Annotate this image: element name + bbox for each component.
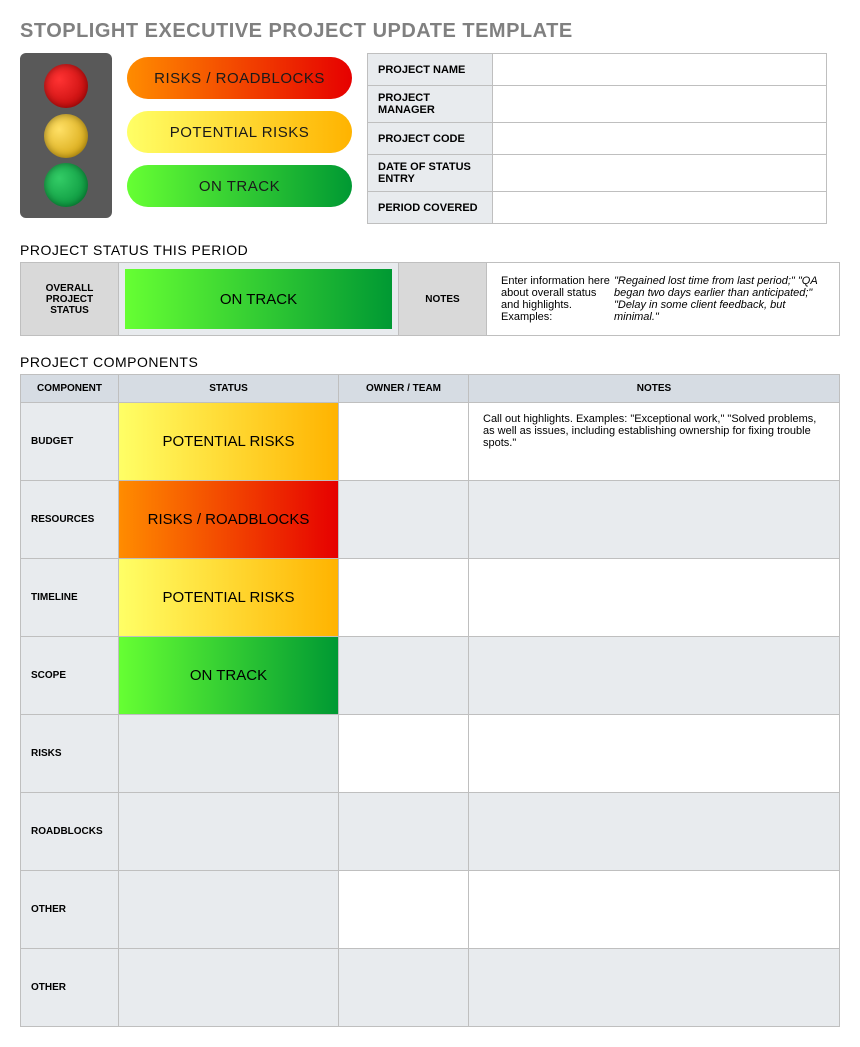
header-row: RISKS / ROADBLOCKS POTENTIAL RISKS ON TR… (20, 53, 840, 224)
component-owner-cell[interactable] (339, 793, 469, 871)
overall-status-cell[interactable]: ON TRACK (119, 263, 399, 335)
legend-green: ON TRACK (127, 165, 352, 207)
component-owner-cell[interactable] (339, 403, 469, 481)
notes-examples: "Regained lost time from last period;" "… (614, 275, 825, 323)
component-status-cell[interactable] (119, 715, 339, 793)
meta-label: PROJECT NAME (368, 54, 493, 86)
component-owner-cell[interactable] (339, 637, 469, 715)
table-row: OTHER (21, 871, 840, 949)
components-table: COMPONENT STATUS OWNER / TEAM NOTES BUDG… (20, 374, 840, 1027)
meta-row: PROJECT NAME (368, 54, 827, 86)
meta-value[interactable] (493, 54, 827, 86)
table-row: RESOURCESRISKS / ROADBLOCKS (21, 481, 840, 559)
meta-value[interactable] (493, 155, 827, 192)
status-section-title: PROJECT STATUS THIS PERIOD (20, 242, 840, 258)
overall-status-value: ON TRACK (125, 269, 392, 329)
col-status: STATUS (119, 375, 339, 403)
component-owner-cell[interactable] (339, 559, 469, 637)
meta-value[interactable] (493, 192, 827, 224)
component-label: RESOURCES (21, 481, 119, 559)
component-status-cell[interactable] (119, 793, 339, 871)
component-notes-cell[interactable] (469, 559, 840, 637)
component-status-value: POTENTIAL RISKS (119, 403, 338, 480)
meta-row: DATE OF STATUS ENTRY (368, 155, 827, 192)
component-notes-cell[interactable]: Call out highlights. Examples: "Exceptio… (469, 403, 840, 481)
status-row: OVERALL PROJECT STATUS ON TRACK NOTES En… (20, 262, 840, 336)
meta-value[interactable] (493, 86, 827, 123)
component-status-value: POTENTIAL RISKS (119, 559, 338, 636)
component-owner-cell[interactable] (339, 715, 469, 793)
col-notes: NOTES (469, 375, 840, 403)
component-status-cell[interactable]: RISKS / ROADBLOCKS (119, 481, 339, 559)
page-title: STOPLIGHT EXECUTIVE PROJECT UPDATE TEMPL… (20, 20, 840, 43)
meta-label: PERIOD COVERED (368, 192, 493, 224)
table-row: RISKS (21, 715, 840, 793)
legend-yellow: POTENTIAL RISKS (127, 111, 352, 153)
component-status-value: ON TRACK (119, 637, 338, 714)
table-row: BUDGETPOTENTIAL RISKS Call out highlights… (21, 403, 840, 481)
project-meta-table: PROJECT NAMEPROJECT MANAGERPROJECT CODED… (367, 53, 827, 224)
table-row: SCOPEON TRACK (21, 637, 840, 715)
legend-column: RISKS / ROADBLOCKS POTENTIAL RISKS ON TR… (127, 53, 352, 207)
yellow-light-icon (44, 114, 88, 158)
component-label: OTHER (21, 871, 119, 949)
notes-intro: Enter information here about overall sta… (501, 275, 614, 323)
col-owner: OWNER / TEAM (339, 375, 469, 403)
meta-value[interactable] (493, 123, 827, 155)
overall-status-label: OVERALL PROJECT STATUS (21, 263, 119, 335)
legend-red: RISKS / ROADBLOCKS (127, 57, 352, 99)
meta-row: PERIOD COVERED (368, 192, 827, 224)
notes-label: NOTES (399, 263, 487, 335)
meta-row: PROJECT MANAGER (368, 86, 827, 123)
table-row: ROADBLOCKS (21, 793, 840, 871)
component-owner-cell[interactable] (339, 871, 469, 949)
component-notes-cell[interactable] (469, 871, 840, 949)
component-label: RISKS (21, 715, 119, 793)
component-notes-cell[interactable] (469, 715, 840, 793)
meta-label: PROJECT MANAGER (368, 86, 493, 123)
meta-label: PROJECT CODE (368, 123, 493, 155)
col-component: COMPONENT (21, 375, 119, 403)
component-owner-cell[interactable] (339, 481, 469, 559)
component-label: TIMELINE (21, 559, 119, 637)
component-status-cell[interactable] (119, 871, 339, 949)
green-light-icon (44, 163, 88, 207)
stoplight-icon (20, 53, 112, 218)
meta-label: DATE OF STATUS ENTRY (368, 155, 493, 192)
components-section-title: PROJECT COMPONENTS (20, 354, 840, 370)
red-light-icon (44, 64, 88, 108)
component-status-cell[interactable]: POTENTIAL RISKS (119, 559, 339, 637)
component-notes-cell[interactable] (469, 481, 840, 559)
component-status-value: RISKS / ROADBLOCKS (119, 481, 338, 558)
table-row: TIMELINEPOTENTIAL RISKS (21, 559, 840, 637)
component-notes-cell[interactable] (469, 637, 840, 715)
component-status-cell[interactable]: POTENTIAL RISKS (119, 403, 339, 481)
meta-row: PROJECT CODE (368, 123, 827, 155)
component-label: ROADBLOCKS (21, 793, 119, 871)
component-label: BUDGET (21, 403, 119, 481)
component-notes-cell[interactable] (469, 793, 840, 871)
overall-notes-cell[interactable]: Enter information here about overall sta… (487, 263, 839, 335)
component-label: SCOPE (21, 637, 119, 715)
component-status-cell[interactable]: ON TRACK (119, 637, 339, 715)
